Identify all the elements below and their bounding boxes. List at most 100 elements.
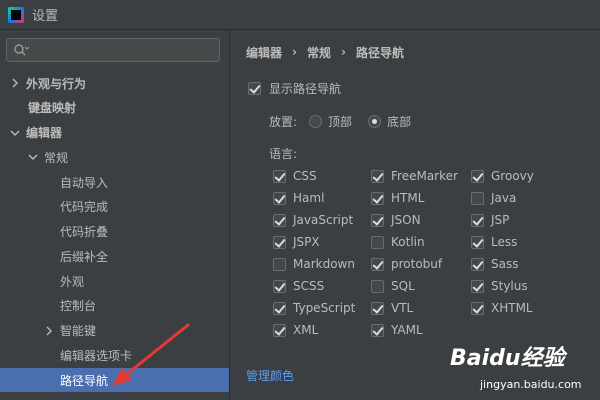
language-checkbox[interactable] xyxy=(273,235,286,249)
baidu-watermark: Baidu经验 jingyan.baidu.com xyxy=(450,338,595,396)
language-label: Markdown xyxy=(293,257,355,271)
sidebar-item[interactable]: 外观与行为 xyxy=(0,71,229,95)
language-option[interactable]: HTML xyxy=(371,189,424,207)
sidebar-item[interactable]: 自动导入 xyxy=(0,170,229,194)
language-checkbox[interactable] xyxy=(371,235,384,249)
language-checkbox[interactable] xyxy=(371,213,384,227)
language-option[interactable]: JSP xyxy=(471,211,509,229)
watermark-logo: Baidu经验 xyxy=(450,346,565,371)
language-option[interactable]: Stylus xyxy=(471,277,528,295)
language-option[interactable]: JavaScript xyxy=(273,211,353,229)
language-checkbox[interactable] xyxy=(273,169,286,183)
language-option[interactable]: VTL xyxy=(371,299,413,317)
window-title: 设置 xyxy=(32,9,59,24)
language-checkbox[interactable] xyxy=(273,301,286,315)
language-option[interactable]: SQL xyxy=(371,277,415,295)
language-option[interactable]: Kotlin xyxy=(371,233,425,251)
sidebar-item[interactable]: 智能键 xyxy=(0,319,229,343)
language-option[interactable]: JSPX xyxy=(273,233,320,251)
chevron-right-icon[interactable] xyxy=(44,326,54,336)
sidebar-item-label: 外观 xyxy=(60,274,85,289)
language-option[interactable]: JSON xyxy=(371,211,421,229)
sidebar-item[interactable]: 常规 xyxy=(0,145,229,169)
language-checkbox[interactable] xyxy=(273,191,286,205)
language-label: CSS xyxy=(293,169,317,183)
language-option[interactable]: Groovy xyxy=(471,167,534,185)
breadcrumb-item[interactable]: 常规 xyxy=(307,44,331,61)
language-checkbox[interactable] xyxy=(471,257,484,271)
sidebar-item-label: 自动导入 xyxy=(60,175,109,190)
sidebar-item[interactable]: 控制台 xyxy=(0,294,229,318)
language-option[interactable]: Less xyxy=(471,233,517,251)
language-label: Less xyxy=(491,235,518,249)
language-label: XML xyxy=(293,323,319,337)
language-option[interactable]: Markdown xyxy=(273,255,355,273)
title-bar: 设置 xyxy=(0,0,600,30)
watermark-url: jingyan.baidu.com xyxy=(480,378,582,391)
language-checkbox[interactable] xyxy=(471,235,484,249)
language-checkbox[interactable] xyxy=(273,257,286,271)
language-checkbox[interactable] xyxy=(273,323,286,337)
language-checkbox[interactable] xyxy=(371,257,384,271)
placement-bottom-label: 底部 xyxy=(387,115,412,129)
language-checkbox[interactable] xyxy=(273,213,286,227)
placement-top-radio[interactable] xyxy=(309,115,323,128)
chevron-down-icon[interactable] xyxy=(10,128,20,138)
sidebar-item-label: 编辑器 xyxy=(26,126,63,140)
sidebar-item-label: 外观与行为 xyxy=(26,76,87,91)
language-checkbox[interactable] xyxy=(471,279,484,293)
show-breadcrumbs-option[interactable]: 显示路径导航 xyxy=(248,80,341,97)
breadcrumb-separator-icon: › xyxy=(340,45,346,59)
language-checkbox[interactable] xyxy=(471,169,484,183)
sidebar-item[interactable]: 代码完成 xyxy=(0,195,229,219)
breadcrumb-item[interactable]: 编辑器 xyxy=(246,44,282,61)
language-option[interactable]: YAML xyxy=(371,321,423,339)
language-checkbox[interactable] xyxy=(273,279,286,293)
language-option[interactable]: Sass xyxy=(471,255,518,273)
manage-colors-link[interactable]: 管理颜色 xyxy=(246,367,294,384)
placement-top-label: 顶部 xyxy=(328,115,353,129)
language-option[interactable]: Haml xyxy=(273,189,324,207)
language-option[interactable]: FreeMarker xyxy=(371,167,458,185)
language-checkbox[interactable] xyxy=(371,191,384,205)
sidebar-item[interactable]: 代码折叠 xyxy=(0,220,229,244)
language-option[interactable]: Java xyxy=(471,189,516,207)
sidebar-item[interactable]: 编辑器 xyxy=(0,121,229,145)
show-breadcrumbs-label: 显示路径导航 xyxy=(269,82,342,96)
chevron-down-icon[interactable] xyxy=(28,152,38,162)
language-label: SQL xyxy=(391,279,415,293)
search-input[interactable] xyxy=(35,41,215,59)
language-checkbox[interactable] xyxy=(371,279,384,293)
language-label: JSPX xyxy=(293,235,320,249)
breadcrumb-separator-icon: › xyxy=(292,45,297,59)
sidebar-item[interactable]: 外观 xyxy=(0,269,229,293)
language-checkbox[interactable] xyxy=(371,169,384,183)
chevron-right-icon[interactable] xyxy=(10,78,20,88)
sidebar-item[interactable]: 键盘映射 xyxy=(0,96,229,120)
show-breadcrumbs-checkbox[interactable] xyxy=(248,82,261,95)
language-option[interactable]: SCSS xyxy=(273,277,324,295)
language-option[interactable]: XML xyxy=(273,321,318,339)
language-label: Sass xyxy=(491,257,519,271)
sidebar-item[interactable]: 编辑器选项卡 xyxy=(0,343,229,367)
language-option[interactable]: protobuf xyxy=(371,255,442,273)
search-box[interactable] xyxy=(6,38,220,62)
language-option[interactable]: CSS xyxy=(273,167,317,185)
language-checkbox[interactable] xyxy=(471,191,484,205)
sidebar-item-label: 编辑器选项卡 xyxy=(60,348,133,363)
breadcrumb: 编辑器 › 常规 › 路径导航 xyxy=(246,43,404,61)
sidebar-item[interactable]: 后缀补全 xyxy=(0,244,229,268)
language-label: Kotlin xyxy=(391,235,425,249)
placement-row: 放置: 顶部 底部 xyxy=(269,113,411,130)
language-checkbox[interactable] xyxy=(371,323,384,337)
app-logo-icon xyxy=(8,6,24,23)
language-label: JavaScript xyxy=(293,213,354,227)
language-option[interactable]: TypeScript xyxy=(273,299,355,317)
language-checkbox[interactable] xyxy=(371,301,384,315)
sidebar-item-label: 控制台 xyxy=(60,299,97,314)
sidebar-item[interactable]: 路径导航 xyxy=(0,368,229,392)
language-checkbox[interactable] xyxy=(471,301,484,315)
language-option[interactable]: XHTML xyxy=(471,299,533,317)
placement-bottom-radio[interactable] xyxy=(368,115,382,128)
language-checkbox[interactable] xyxy=(471,213,484,227)
